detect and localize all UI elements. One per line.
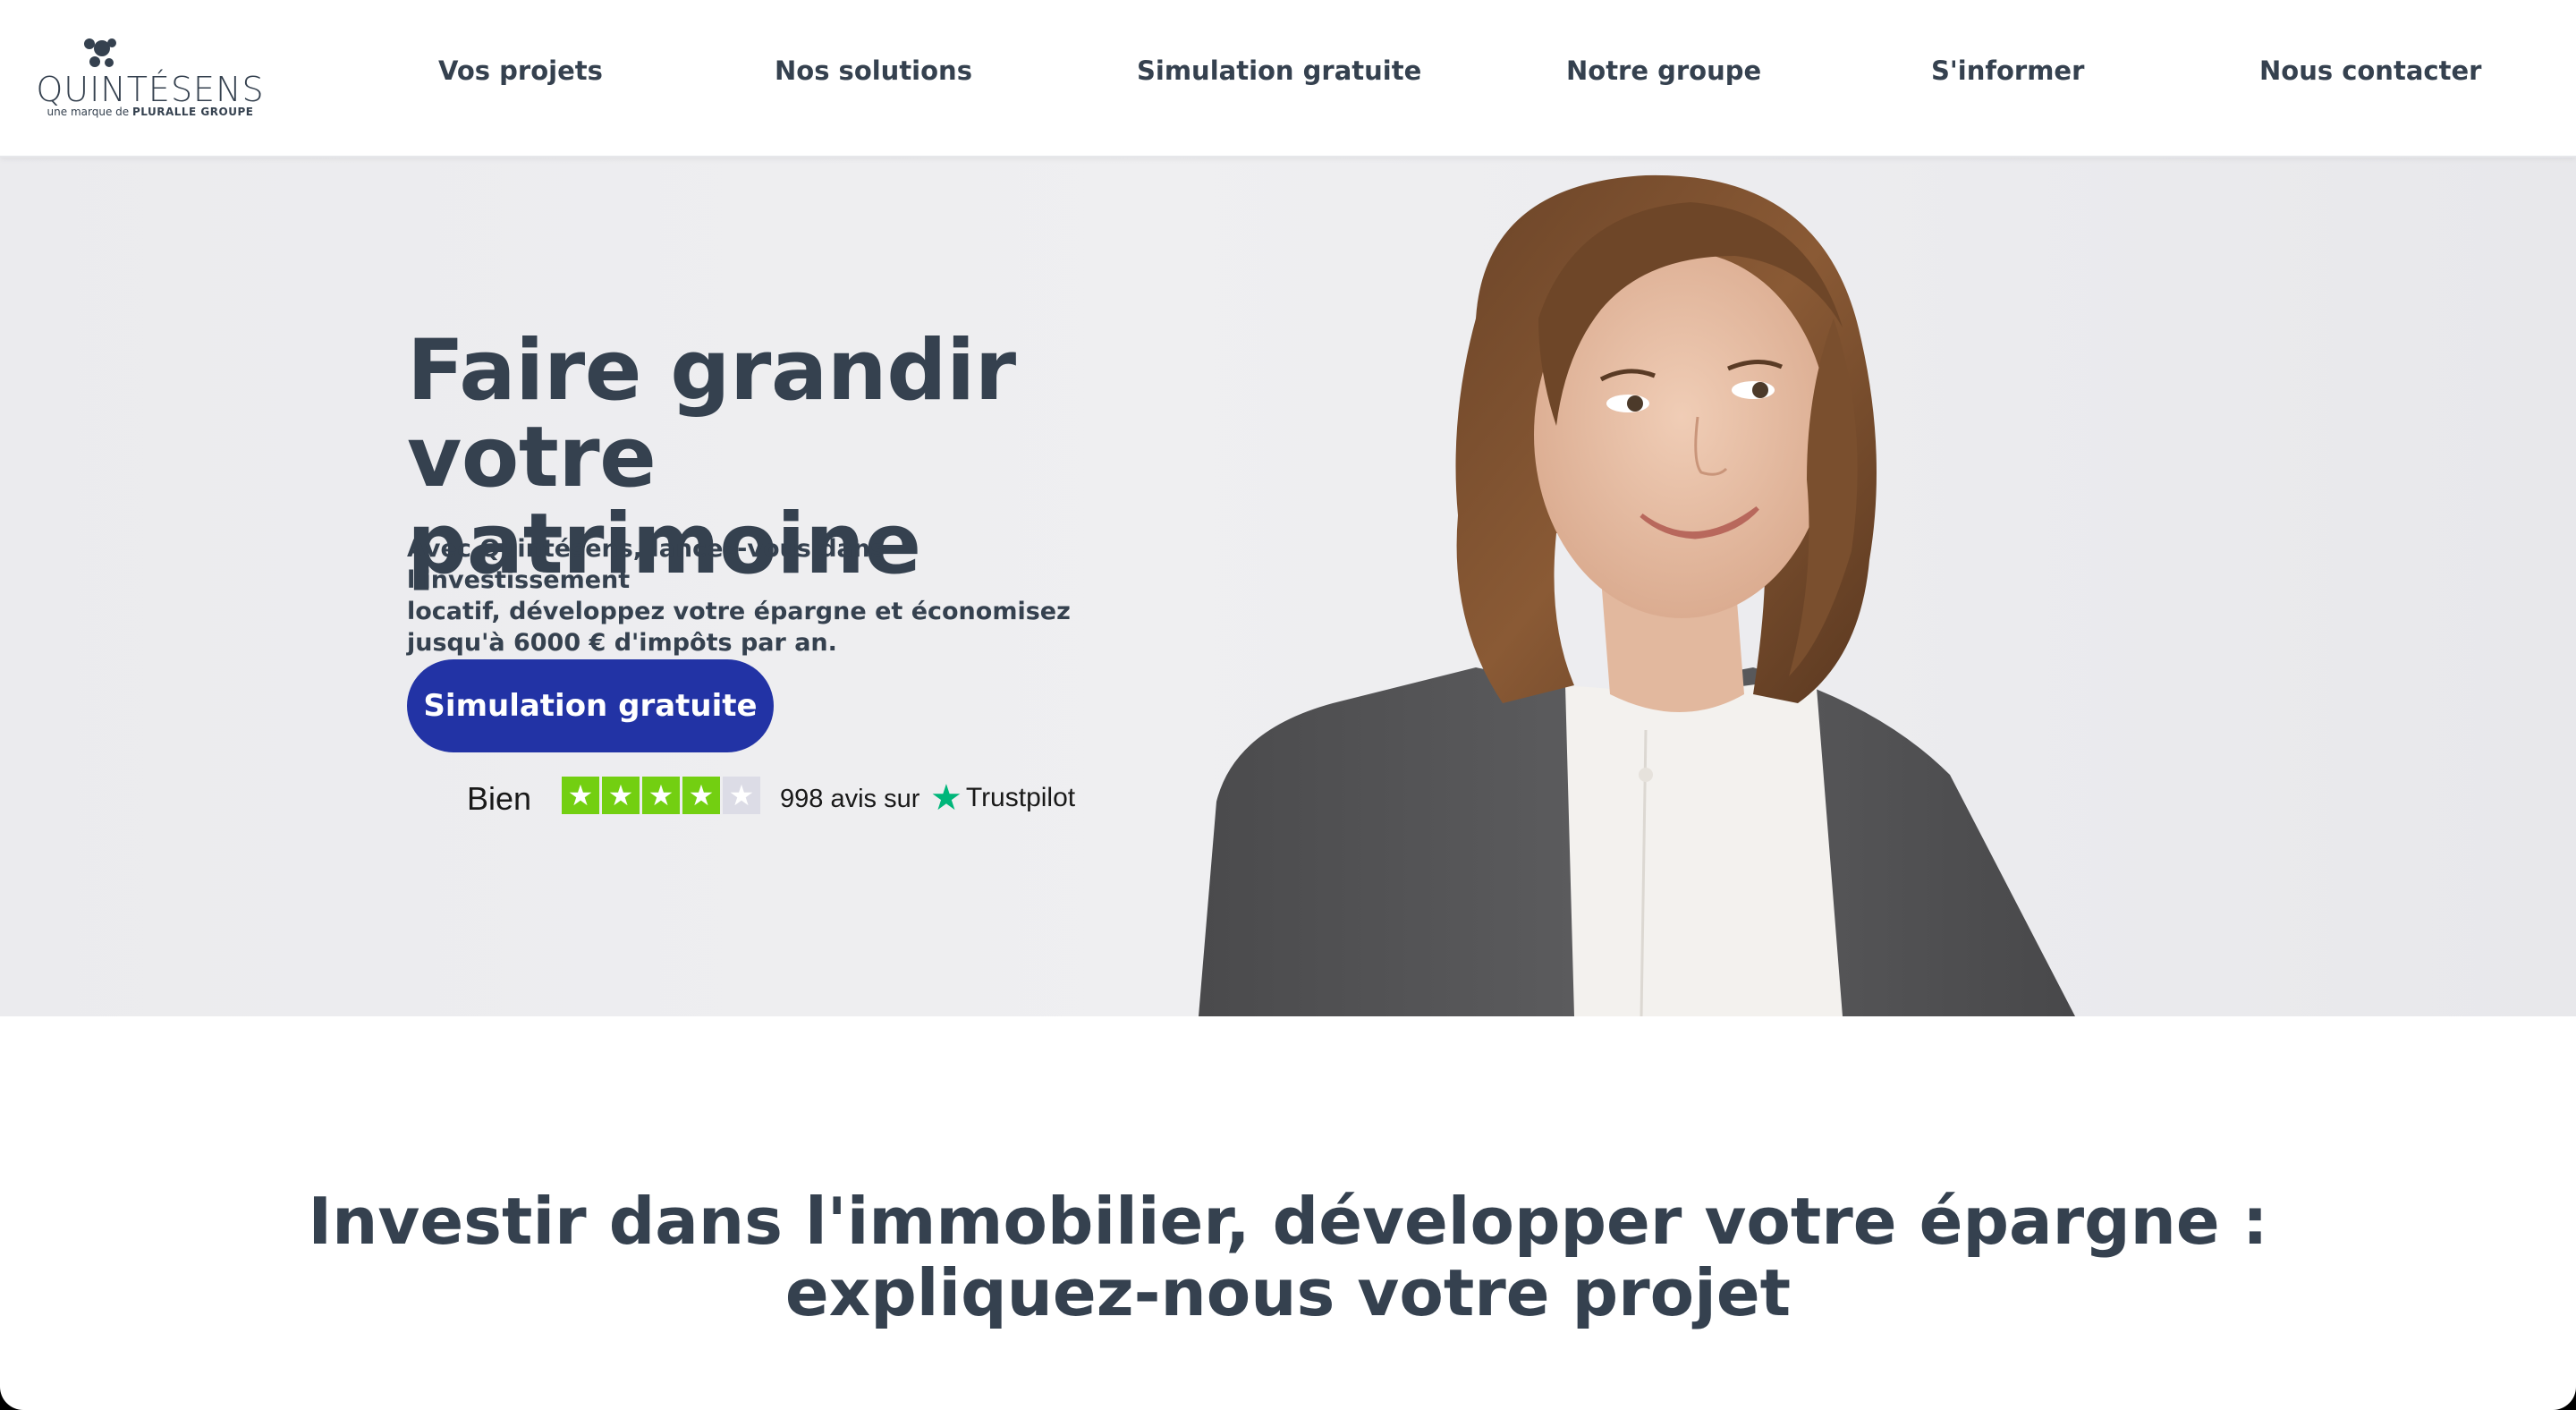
nav-nos-solutions[interactable]: Nos solutions bbox=[775, 55, 972, 86]
section-title-line2: expliquez-nous votre projet bbox=[784, 1255, 1792, 1330]
trustpilot-rating-label: Bien bbox=[467, 780, 532, 817]
hero-description-line3: jusqu'à 6000 € d'impôts par an. bbox=[407, 629, 837, 657]
page: QUINTÉSENS une marque de PLURALLE GROUPE… bbox=[0, 0, 2576, 1410]
hero-section: Faire grandir votre patrimoine Avec Quin… bbox=[0, 157, 2576, 1016]
trustpilot-stars: ★ ★ ★ ★ ★ bbox=[562, 777, 760, 814]
brand-tagline: une marque de PLURALLE GROUPE bbox=[34, 106, 267, 118]
trustpilot-logo-star-icon: ★ bbox=[930, 778, 962, 818]
brand-tagline-group: PLURALLE GROUPE bbox=[131, 106, 254, 118]
trustpilot-star-icon: ★ bbox=[682, 777, 720, 814]
nav-notre-groupe[interactable]: Notre groupe bbox=[1566, 55, 1761, 86]
trustpilot-star-icon: ★ bbox=[642, 777, 680, 814]
trustpilot-star-empty-icon: ★ bbox=[723, 777, 760, 814]
hero-description-line2: locatif, développez votre épargne et éco… bbox=[407, 598, 1071, 625]
trustpilot-widget[interactable]: Bien ★ ★ ★ ★ ★ 998 avis sur ★ Trustpilot bbox=[467, 777, 1093, 820]
hero-description-line1: Avec Quintésens, lancez-vous dans l'inve… bbox=[407, 535, 886, 594]
brand-logo[interactable]: QUINTÉSENS une marque de PLURALLE GROUPE bbox=[34, 34, 267, 123]
simulation-gratuite-button[interactable]: Simulation gratuite bbox=[407, 659, 774, 752]
brand-name: QUINTÉSENS bbox=[36, 70, 265, 109]
trustpilot-review-count: 998 avis sur bbox=[780, 785, 920, 813]
nav-vos-projets[interactable]: Vos projets bbox=[438, 55, 603, 86]
trustpilot-star-icon: ★ bbox=[562, 777, 599, 814]
trustpilot-brand-name: Trustpilot bbox=[965, 783, 1076, 812]
brand-tagline-prefix: une marque de bbox=[47, 106, 130, 118]
trustpilot-star-icon: ★ bbox=[602, 777, 640, 814]
section-title-line1: Investir dans l'immobilier, développer v… bbox=[308, 1184, 2268, 1259]
nav-simulation-gratuite[interactable]: Simulation gratuite bbox=[1137, 55, 1421, 86]
nav-nous-contacter[interactable]: Nous contacter bbox=[2259, 55, 2481, 86]
nav-s-informer[interactable]: S'informer bbox=[1931, 55, 2084, 86]
section-title: Investir dans l'immobilier, développer v… bbox=[0, 1185, 2576, 1329]
trustpilot-brand: ★ Trustpilot bbox=[930, 780, 1075, 816]
hero-description: Avec Quintésens, lancez-vous dans l'inve… bbox=[407, 533, 1087, 658]
hero-title-line1: Faire grandir votre bbox=[407, 322, 1016, 506]
site-header: QUINTÉSENS une marque de PLURALLE GROUPE… bbox=[0, 0, 2576, 157]
hero-woman-photo bbox=[1199, 174, 2075, 1016]
